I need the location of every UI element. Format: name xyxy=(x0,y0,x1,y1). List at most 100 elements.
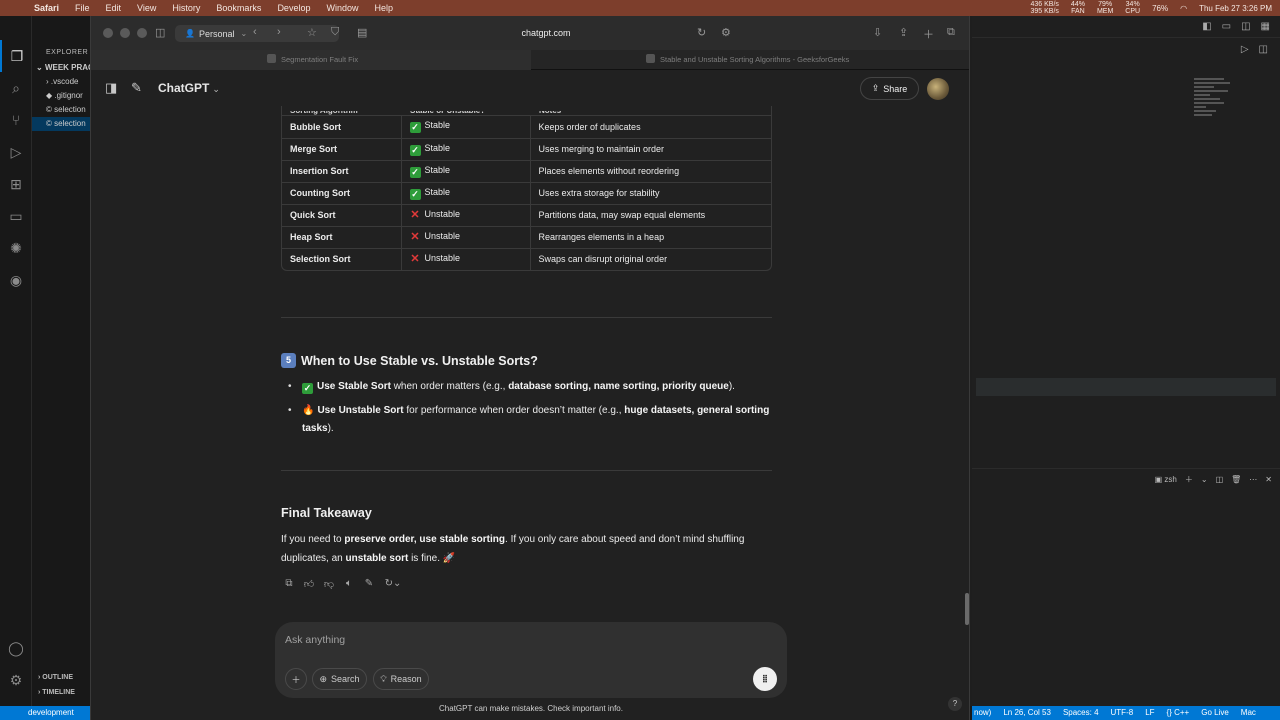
menu-help[interactable]: Help xyxy=(374,3,393,13)
scrollbar[interactable] xyxy=(965,593,969,625)
outline-panel[interactable]: › OUTLINE xyxy=(38,670,75,685)
status-language[interactable]: {} C++ xyxy=(1167,706,1190,720)
sidebar-toggle-icon[interactable]: ◫ xyxy=(155,26,165,39)
wifi-icon[interactable]: ◠ xyxy=(1180,4,1187,13)
menu-file[interactable]: File xyxy=(75,3,90,13)
menu-history[interactable]: History xyxy=(172,3,200,13)
menu-window[interactable]: Window xyxy=(326,3,358,13)
reason-button[interactable]: 💡︎ Reason xyxy=(373,668,429,690)
file-gitignore[interactable]: ◆ .gitignor xyxy=(32,89,90,103)
bold-text: preserve order, use stable sorting xyxy=(344,534,506,545)
prompt-input[interactable] xyxy=(285,631,725,649)
share-icon[interactable]: ⇪ xyxy=(899,26,908,39)
status-encoding[interactable]: UTF-8 xyxy=(1111,706,1134,720)
address-bar[interactable]: chatgpt.com xyxy=(353,25,739,42)
avatar[interactable] xyxy=(927,78,949,100)
battery-percent[interactable]: 76% xyxy=(1152,4,1168,13)
live-share-icon[interactable]: ◉ xyxy=(0,264,32,296)
status-cursor-position[interactable]: Ln 26, Col 53 xyxy=(1003,706,1051,720)
layout-icon[interactable]: ◧ xyxy=(1202,21,1211,32)
menu-develop[interactable]: Develop xyxy=(277,3,310,13)
file-selection-2[interactable]: © selection xyxy=(32,117,90,131)
close-panel-icon[interactable]: ✕ xyxy=(1265,475,1272,484)
cpu-label: CPU xyxy=(1125,8,1141,15)
remote-explorer-icon[interactable]: ▭ xyxy=(0,200,32,232)
new-tab-icon[interactable]: ＋ xyxy=(923,26,934,42)
source-control-icon[interactable]: ⑂ xyxy=(0,104,32,136)
attach-button[interactable]: ＋ xyxy=(285,668,307,690)
status-platform[interactable]: Mac xyxy=(1241,706,1256,720)
folder-week-prac[interactable]: ⌄ WEEK PRAC xyxy=(32,61,90,75)
run-icon[interactable]: ▷ xyxy=(1241,44,1249,55)
timeline-panel[interactable]: › TIMELINE xyxy=(38,685,75,700)
back-icon[interactable]: ‹ xyxy=(253,26,257,38)
safari-toolbar: ◫ 👤 Personal ⌄ ‹ › ☆ ⛉ ▤ chatgpt.com ↻ ⚙… xyxy=(91,16,969,50)
split-icon[interactable]: ◫ xyxy=(1241,21,1250,32)
search-button[interactable]: ⊕ Search xyxy=(312,668,367,690)
status-indentation[interactable]: Spaces: 4 xyxy=(1063,706,1099,720)
privacy-shield-icon[interactable]: ⛉ xyxy=(331,26,339,39)
forward-icon[interactable]: › xyxy=(277,26,281,38)
file-selection-1[interactable]: © selection xyxy=(32,103,90,117)
regenerate-icon[interactable]: ↻⌄ xyxy=(383,578,403,590)
chatgpt-extension-icon[interactable]: ✺ xyxy=(0,232,32,264)
composer: ＋ ⊕ Search 💡︎Reason ⦙⦙ xyxy=(275,622,787,698)
vscode-editor-area: ◧ ▭ ◫ ▦ ▷ ◫ ▣ zsh ＋ ⌄ ◫ 🗑 ⋯ ✕ xyxy=(972,16,1280,706)
minimap[interactable] xyxy=(1194,78,1234,148)
terminal-dropdown-icon[interactable]: ⌄ xyxy=(1201,475,1208,484)
run-debug-icon[interactable]: ▷ xyxy=(0,136,32,168)
sidebar-toggle-icon[interactable]: ◨ xyxy=(105,80,117,96)
section-heading: 5 When to Use Stable vs. Unstable Sorts? xyxy=(281,353,538,368)
edit-canvas-icon[interactable]: ✎ xyxy=(363,578,375,590)
search-icon[interactable]: ⌕ xyxy=(0,72,32,104)
tab-geeksforgeeks[interactable]: Stable and Unstable Sorting Algorithms -… xyxy=(532,50,969,70)
split-terminal-icon[interactable]: ◫ xyxy=(1216,475,1224,484)
model-selector[interactable]: ChatGPT ⌄ xyxy=(158,81,220,95)
explorer-icon[interactable]: ❐ xyxy=(0,40,32,72)
status-go-live[interactable]: Go Live xyxy=(1201,706,1229,720)
reload-icon[interactable]: ↻ xyxy=(697,26,706,39)
stability-label: Stable xyxy=(424,164,451,175)
help-button[interactable]: ? xyxy=(948,697,962,711)
tab-segmentation-fault-fix[interactable]: Segmentation Fault Fix xyxy=(91,50,531,70)
stability-cell: ✕ Unstable xyxy=(401,204,531,227)
extensions-icon[interactable]: ⊞ xyxy=(0,168,32,200)
notes-cell: Rearranges elements in a heap xyxy=(530,226,771,249)
folder-vscode[interactable]: › .vscode xyxy=(32,75,90,89)
timeline-label: TIMELINE xyxy=(42,689,75,696)
close-window-button[interactable] xyxy=(103,28,113,38)
clock[interactable]: Thu Feb 27 3:26 PM xyxy=(1199,4,1272,13)
trash-icon[interactable]: 🗑 xyxy=(1231,475,1241,484)
lightbulb-icon: 💡︎ xyxy=(380,673,387,684)
thumbs-down-icon[interactable]: 👎︎ xyxy=(323,578,335,590)
voice-mode-button[interactable]: ⦙⦙ xyxy=(753,667,777,691)
conversation: Sorting Algorithm Stable or Unstable? No… xyxy=(91,106,969,706)
split-editor-icon[interactable]: ◫ xyxy=(1259,44,1268,55)
status-eol[interactable]: LF xyxy=(1145,706,1154,720)
status-item[interactable]: now) xyxy=(974,706,991,720)
new-terminal-icon[interactable]: ＋ xyxy=(1185,474,1193,485)
menu-edit[interactable]: Edit xyxy=(106,3,122,13)
downloads-icon[interactable]: ⇩ xyxy=(873,26,882,39)
terminal-shell[interactable]: ▣ zsh xyxy=(1155,475,1177,484)
extension-icon[interactable]: ⚙ xyxy=(721,26,731,39)
remote-indicator[interactable]: development xyxy=(0,706,90,720)
menu-view[interactable]: View xyxy=(137,3,156,13)
new-chat-icon[interactable]: ✎ xyxy=(131,80,142,96)
copy-icon[interactable]: ⧉ xyxy=(283,578,295,590)
read-aloud-icon[interactable]: 🔈︎ xyxy=(343,578,355,590)
menu-bookmarks[interactable]: Bookmarks xyxy=(216,3,261,13)
more-icon[interactable]: ⋯ xyxy=(1249,475,1257,484)
tab-overview-icon[interactable]: ⧉ xyxy=(947,26,955,39)
algorithm-cell: Counting Sort xyxy=(282,182,402,205)
zoom-window-button[interactable] xyxy=(137,28,147,38)
share-button[interactable]: ⇪ Share xyxy=(860,77,919,100)
minimize-window-button[interactable] xyxy=(120,28,130,38)
menu-app[interactable]: Safari xyxy=(34,3,59,13)
settings-gear-icon[interactable]: ⚙ xyxy=(0,664,32,696)
bookmark-star-icon[interactable]: ☆ xyxy=(307,26,317,39)
thumbs-up-icon[interactable]: 👍︎ xyxy=(303,578,315,590)
customize-layout-icon[interactable]: ▦ xyxy=(1261,21,1270,32)
panel-icon[interactable]: ▭ xyxy=(1222,21,1231,32)
account-icon[interactable]: ◯ xyxy=(0,632,32,664)
